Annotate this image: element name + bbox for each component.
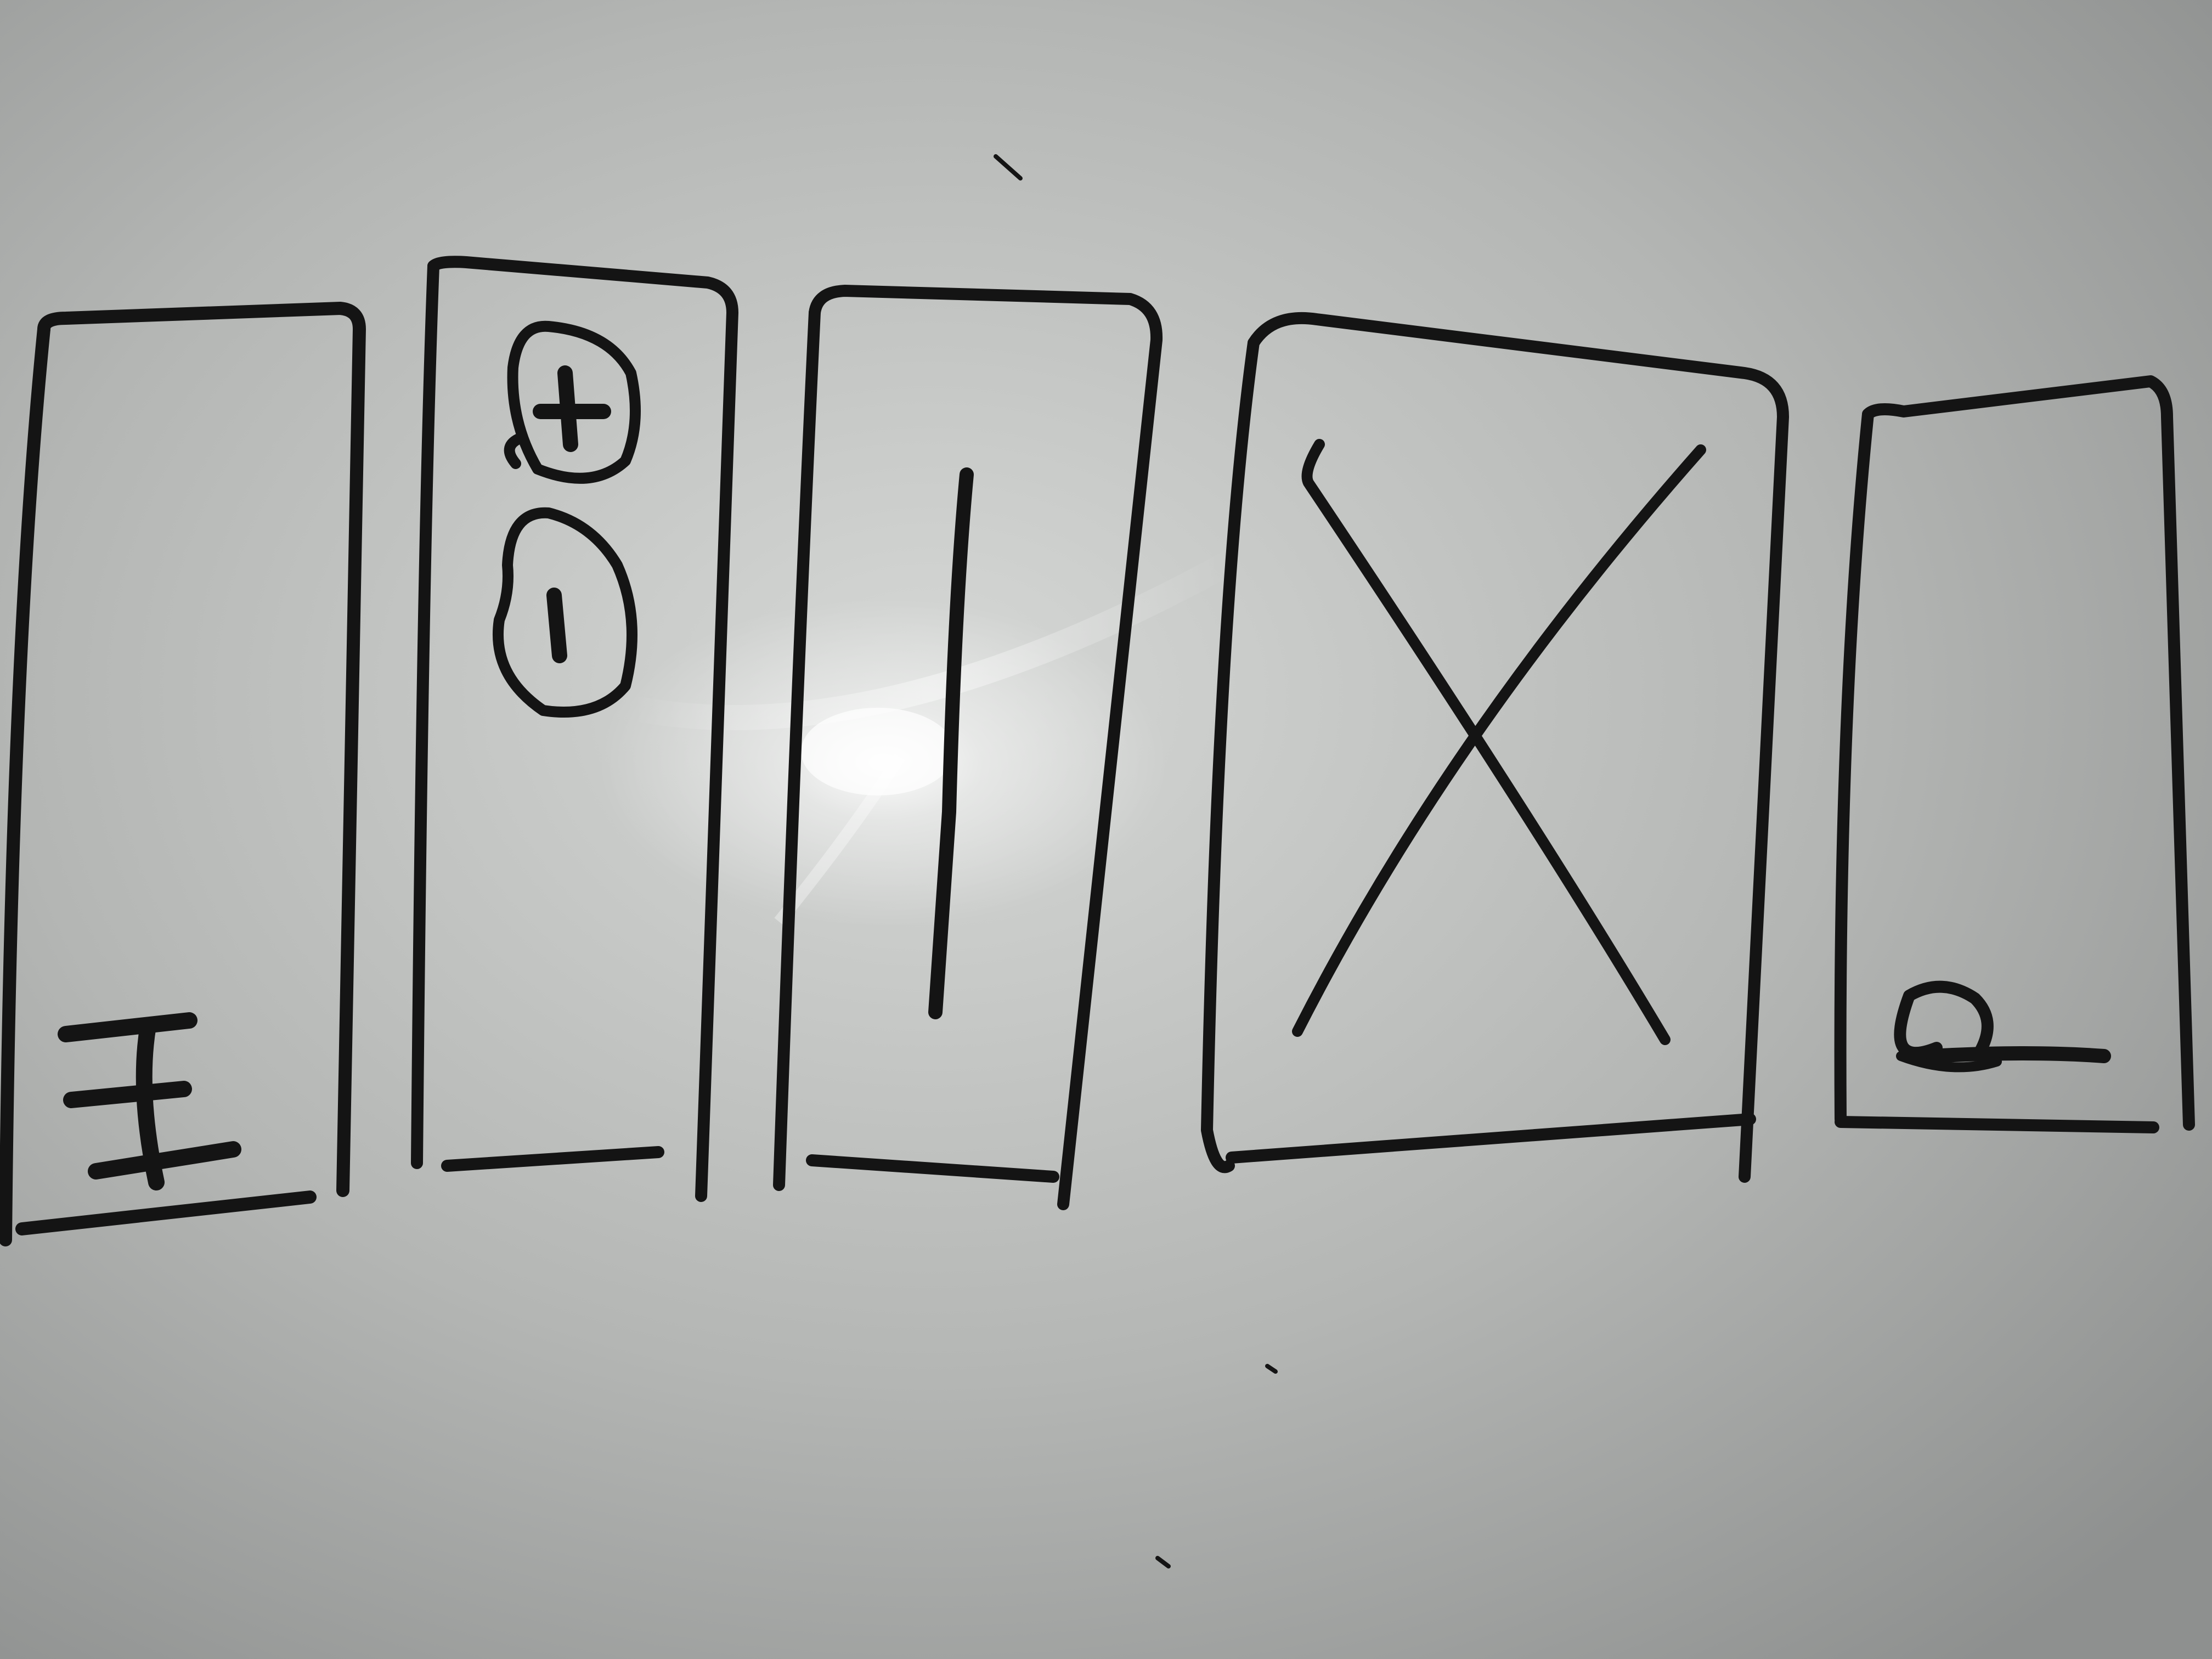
- whiteboard-surface: [0, 0, 2212, 1659]
- whiteboard-photo: [0, 0, 2212, 1659]
